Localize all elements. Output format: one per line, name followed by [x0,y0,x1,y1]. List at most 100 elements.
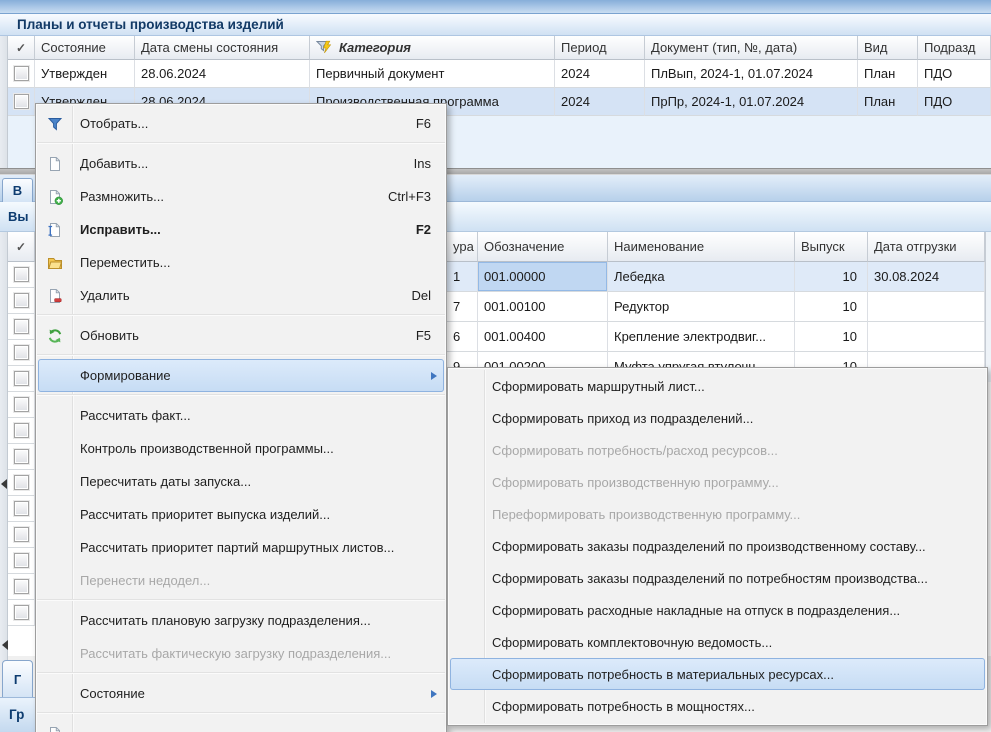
table-header-row: ✓СостояниеДата смены состояния Категория П… [8,36,991,60]
column-header[interactable]: Состояние [35,36,135,60]
row-checkbox[interactable] [14,579,29,594]
row-checkbox[interactable] [14,94,29,109]
row-checkbox[interactable] [14,449,29,464]
menu-item[interactable]: Отобрать...F6 [38,107,444,140]
bottom-tab-2[interactable]: Гр [0,697,35,732]
row-checkbox[interactable] [14,293,29,308]
menu-item-label: Состояние [72,686,145,701]
products-table-row[interactable]: 7001.00100Редуктор10 [447,292,985,322]
menu-item[interactable]: Контроль производственной программы... [38,432,444,465]
menu-item[interactable]: Сформировать заказы подразделений по про… [450,530,985,562]
plans-table-row[interactable]: Утвержден28.06.2024Первичный документ202… [8,60,991,88]
menu-item[interactable]: Рассчитать фактическую загрузку подразде… [38,637,444,670]
check-column-header[interactable]: ✓ [8,36,35,60]
column-header[interactable]: Документ (тип, №, дата) [645,36,858,60]
refresh-icon [38,328,72,344]
menu-item-label: Сформировать потребность в материальных … [484,667,834,682]
menu-item[interactable]: Добавить...Ins [38,147,444,180]
name-cell: Крепление электродвиг... [608,322,795,352]
menu-item-label: Рассчитать плановую загрузку подразделен… [72,613,371,628]
cell-value: 30.08.2024 [874,269,939,284]
clipped-column-header[interactable]: ура [447,232,478,262]
column-header[interactable]: Период [555,36,645,60]
submenu-arrow-icon [431,372,437,380]
products-table-row[interactable]: 1001.00000Лебедка1030.08.2024 [447,262,985,292]
list-row-check-cell [8,496,35,522]
menu-separator [37,599,445,601]
menu-item[interactable]: Рассчитать плановую загрузку подразделен… [38,604,444,637]
column-header[interactable]: Дата смены состояния [135,36,310,60]
row-checkbox[interactable] [14,397,29,412]
menu-item[interactable]: Рассчитать факт... [38,399,444,432]
column-header[interactable]: Выпуск [795,232,868,262]
row-checkbox[interactable] [14,423,29,438]
edit-page-icon [38,222,72,238]
row-checkbox[interactable] [14,345,29,360]
row-checkbox[interactable] [14,501,29,516]
products-table-row[interactable]: 6001.00400Крепление электродвиг...10 [447,322,985,352]
menu-item[interactable]: Сформировать комплектовочную ведомость..… [450,626,985,658]
code-cell: 001.00400 [478,322,608,352]
funnel-flash-icon [316,40,334,55]
menu-item[interactable]: Сформировать потребность в материальных … [450,658,985,690]
menu-item[interactable]: Исправить...F2 [38,213,444,246]
column-header[interactable]: Вид [858,36,918,60]
row-checkbox[interactable] [14,267,29,282]
menu-item-shortcut: Ctrl+F3 [388,189,444,204]
row-checkbox[interactable] [14,527,29,542]
menu-item[interactable]: Формирование [38,359,444,392]
column-header[interactable]: Дата отгрузки [868,232,985,262]
products-table: ураОбозначениеНаименованиеВыпускДата отг… [447,232,985,382]
menu-item-label: Сформировать заказы подразделений по пот… [484,571,928,586]
menu-item-label: Удалить [72,288,130,303]
row-checkbox[interactable] [14,475,29,490]
menu-item[interactable]: ОбновитьF5 [38,319,444,352]
menu-item[interactable]: Рассчитать приоритет выпуска изделий... [38,498,444,531]
menu-item[interactable]: Переместить... [38,246,444,279]
menu-item-label: Формирование [72,368,171,383]
clipped-cell: 7 [447,292,478,322]
lower-panel-tab[interactable]: В [2,178,33,202]
row-checkbox[interactable] [14,319,29,334]
vertical-scrollbar-sliver[interactable] [985,232,991,382]
menu-item[interactable]: Размножить...Ctrl+F3 [38,180,444,213]
menu-item[interactable]: Сформировать расходные накладные на отпу… [450,594,985,626]
menu-item[interactable] [38,717,444,732]
checkbox-column: ✓ [8,232,35,626]
qty-cell: 10 [795,322,868,352]
menu-item[interactable]: Состояние [38,677,444,710]
menu-item[interactable]: Рассчитать приоритет партий маршрутных л… [38,531,444,564]
column-header[interactable]: Обозначение [478,232,608,262]
menu-item[interactable]: Сформировать приход из подразделений... [450,402,985,434]
column-header[interactable]: Подразд [918,36,991,60]
menu-item[interactable]: Переформировать производственную програм… [450,498,985,530]
menu-item[interactable]: Перенести недодел... [38,564,444,597]
column-header[interactable]: Наименование [608,232,795,262]
menu-item-label: Сформировать расходные накладные на отпу… [484,603,900,618]
menu-item[interactable]: Сформировать заказы подразделений по пот… [450,562,985,594]
menu-item[interactable]: Сформировать маршрутный лист... [450,370,985,402]
name-cell: Лебедка [608,262,795,292]
cell-value: 28.06.2024 [141,66,206,81]
splitter-collapse-arrow-icon[interactable] [1,479,7,489]
scroll-left-arrow-icon[interactable] [2,640,8,650]
menu-item[interactable]: Сформировать производственную программу.… [450,466,985,498]
row-checkbox[interactable] [14,553,29,568]
row-checkbox[interactable] [14,605,29,620]
menu-item[interactable]: Пересчитать даты запуска... [38,465,444,498]
check-column-header[interactable]: ✓ [8,232,35,262]
table-cell: ПДО [918,60,991,88]
row-checkbox[interactable] [14,66,29,81]
cell-value: ПрПр, 2024-1, 01.07.2024 [651,94,804,109]
table-cell: ПлВып, 2024-1, 01.07.2024 [645,60,858,88]
menu-item[interactable]: Сформировать потребность/расход ресурсов… [450,434,985,466]
table-cell: План [858,60,918,88]
row-checkbox[interactable] [14,371,29,386]
bottom-tab-1[interactable]: Г [2,660,33,697]
menu-item[interactable]: УдалитьDel [38,279,444,312]
cell-value: ПДО [924,66,952,81]
table-cell: 28.06.2024 [135,60,310,88]
column-header-label: Категория [334,40,411,55]
menu-item[interactable]: Сформировать потребность в мощностях... [450,690,985,722]
column-header[interactable]: Категория [310,36,555,60]
